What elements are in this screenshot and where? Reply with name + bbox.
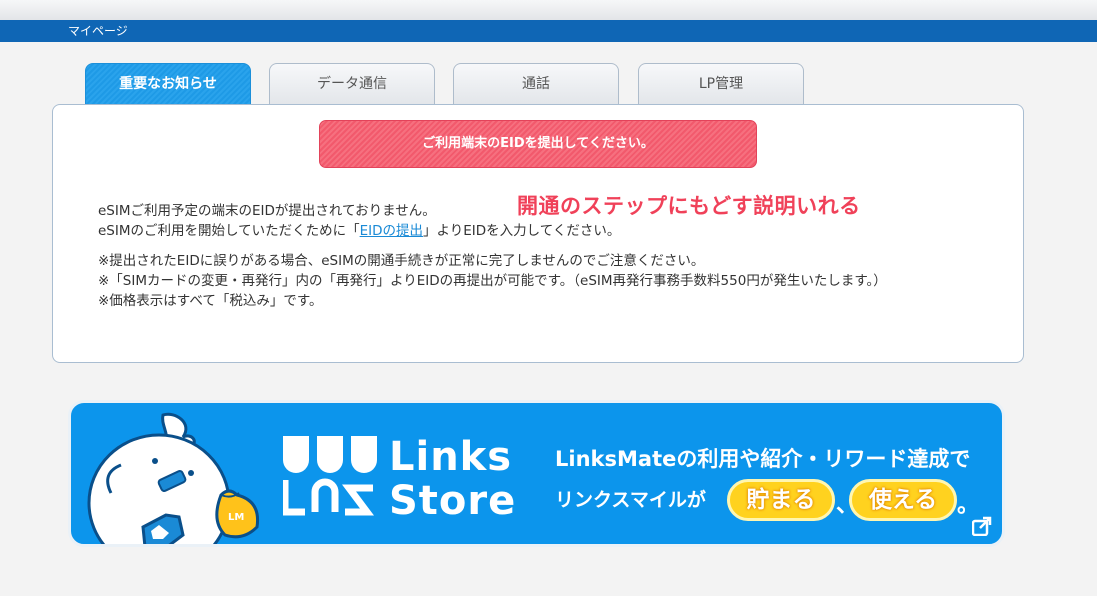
notice-line-1: eSIMご利用予定の端末のEIDが提出されておりません。	[98, 203, 436, 219]
logo-links-text: Links	[389, 434, 513, 480]
links-store-logo-icon	[283, 436, 377, 516]
note-3: ※価格表示はすべて「税込み」です。	[98, 293, 323, 309]
notice-line-2-suffix: 」よりEIDを入力してください。	[423, 223, 621, 239]
submit-eid-alert-button[interactable]: ご利用端末のEIDを提出してください。	[319, 120, 757, 168]
promo-period: 。	[957, 493, 980, 518]
notice-line-2-prefix: eSIMのご利用を開始していただくために「	[98, 223, 360, 239]
global-nav: マイページ	[0, 20, 1097, 42]
notice-panel: ご利用端末のEIDを提出してください。 開通のステップにもどす説明いれる eSI…	[52, 104, 1024, 363]
note-2: ※「SIMカードの変更・再発行」内の「再発行」よりEIDの再提出が可能です。（e…	[98, 273, 887, 289]
pill-save: 貯まる	[727, 479, 835, 521]
pill-use: 使える	[849, 479, 957, 521]
tab-important-notices[interactable]: 重要なお知らせ	[85, 63, 251, 104]
tab-lp-management[interactable]: LP管理	[638, 63, 804, 104]
lm-coin-badge: LM	[228, 512, 245, 523]
eid-submit-link[interactable]: EIDの提出	[360, 223, 423, 239]
promo-line-2: リンクスマイルが	[555, 489, 706, 511]
tab-calls[interactable]: 通話	[453, 63, 619, 104]
promo-line-1: LinksMateの利用や紹介・リワード達成で	[555, 447, 971, 471]
external-link-icon[interactable]	[972, 516, 992, 536]
notice-line-2: eSIMのご利用を開始していただくために「EIDの提出」よりEIDを入力してくだ…	[98, 221, 620, 241]
annotation-note: 開通のステップにもどす説明いれる	[517, 194, 861, 218]
breadcrumb-mypage[interactable]: マイページ	[68, 23, 128, 39]
tab-data-communication[interactable]: データ通信	[269, 63, 435, 104]
top-bar	[0, 0, 1097, 20]
note-1: ※提出されたEIDに誤りがある場合、eSIMの開通手続きが正常に完了しませんので…	[98, 253, 705, 269]
logo-store-text: Store	[389, 478, 517, 524]
links-store-banner[interactable]: LM Links Store LinksMateの利用や紹介・リワード達成で リ…	[68, 400, 1005, 547]
mascot-bird-icon	[87, 412, 260, 544]
